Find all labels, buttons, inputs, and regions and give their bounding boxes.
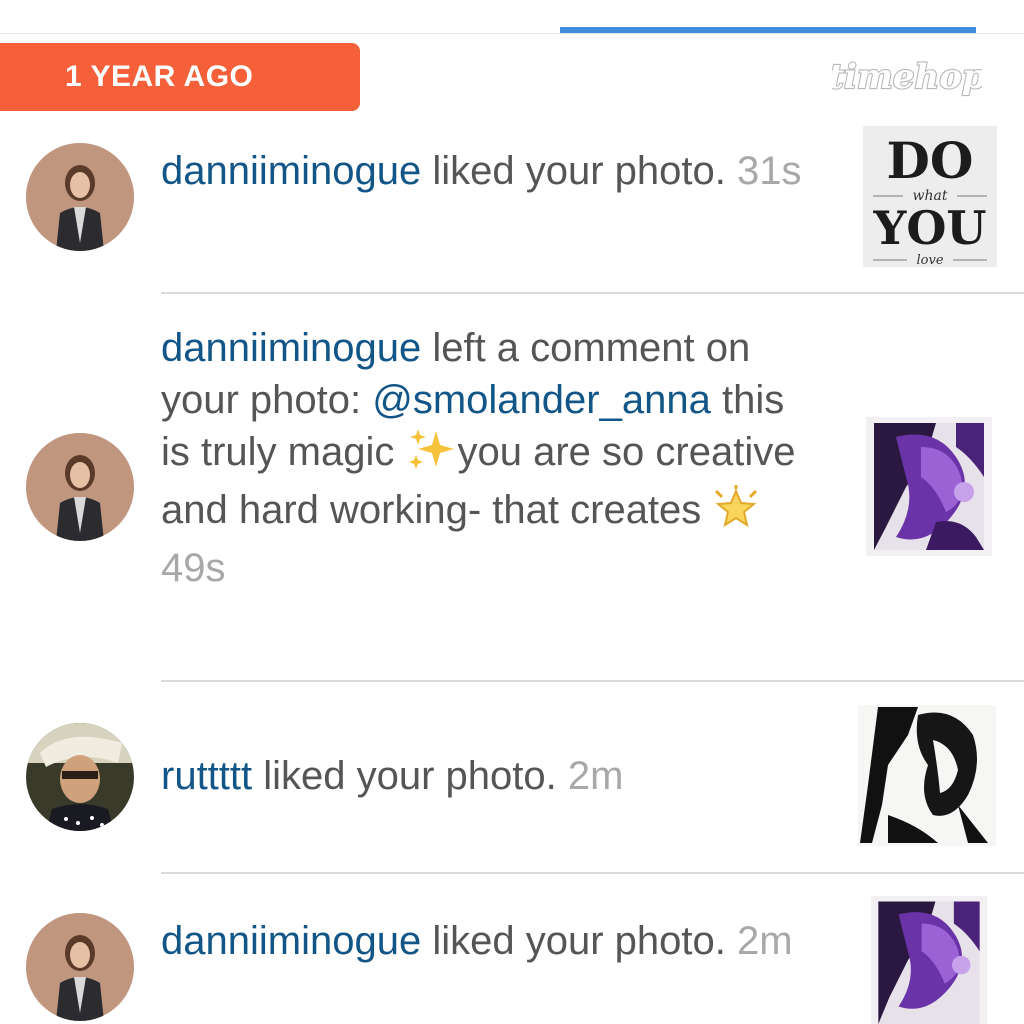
purple-watercolor-art[interactable]: [866, 417, 992, 556]
action-text: liked your photo.: [421, 149, 726, 193]
poster-line-1: DO: [887, 131, 974, 190]
row-divider: [161, 292, 1024, 294]
timestamp: 31s: [736, 149, 802, 193]
sparkles-emoji: [406, 427, 458, 484]
action-text: liked your photo.: [252, 754, 557, 798]
username-link[interactable]: danniiminogue: [161, 326, 421, 370]
username-link[interactable]: danniiminogue: [161, 919, 421, 963]
notification-text: danniiminogue liked your photo. 31s: [161, 145, 811, 197]
black-ink-portrait-art[interactable]: [858, 705, 996, 846]
notification-text: ruttttt liked your photo. 2m: [161, 750, 811, 802]
man-sunglasses-avatar[interactable]: [26, 723, 134, 831]
timestamp: 2m: [736, 919, 793, 963]
do-what-you-love-poster[interactable]: DO what YOU love: [863, 126, 997, 267]
woman-blazer-avatar[interactable]: [26, 913, 134, 1021]
woman-blazer-avatar[interactable]: [26, 143, 134, 251]
username-link[interactable]: danniiminogue: [161, 149, 421, 193]
timestamp: 2m: [567, 754, 624, 798]
notification-feed: danniiminogue liked your photo. 31s DO w…: [0, 0, 1024, 1024]
purple-watercolor-art[interactable]: [866, 896, 992, 1024]
username-link[interactable]: ruttttt: [161, 754, 252, 798]
notification-text: danniiminogue liked your photo. 2m: [161, 915, 811, 967]
glowing-star-emoji: [712, 485, 760, 542]
notification-text: danniiminogue left a comment on your pho…: [161, 322, 811, 594]
poster-line-3: YOU: [872, 201, 986, 255]
woman-blazer-avatar[interactable]: [26, 433, 134, 541]
row-divider: [161, 680, 1024, 682]
mention-link[interactable]: @smolander_anna: [372, 378, 711, 422]
row-divider: [161, 872, 1024, 874]
timestamp: 49s: [161, 546, 226, 590]
action-text: liked your photo.: [421, 919, 726, 963]
poster-line-4: love: [916, 253, 943, 267]
